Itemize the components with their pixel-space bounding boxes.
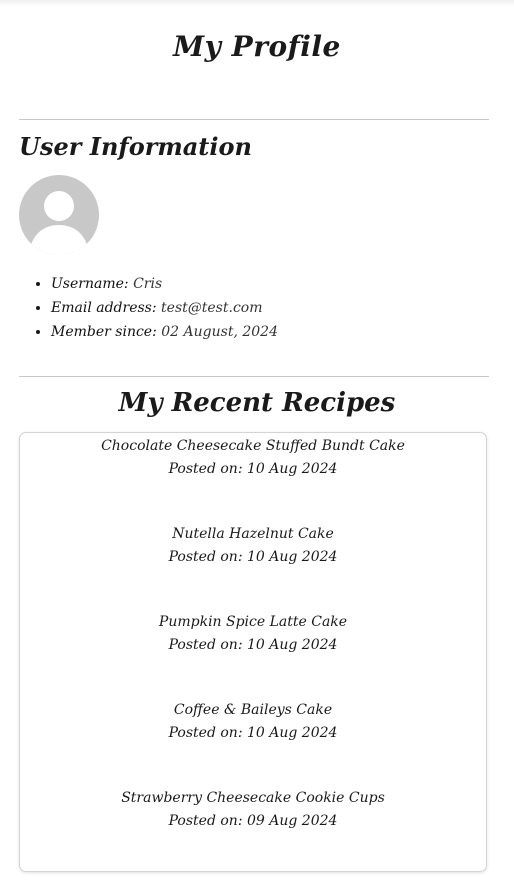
recipe-title-link[interactable]: Pumpkin Spice Latte Cake: [20, 611, 486, 633]
recipe-posted-date: Posted on: 10 Aug 2024: [20, 721, 486, 745]
user-info-list: Username: Cris Email address: test@test.…: [33, 272, 278, 344]
recipe-title-link[interactable]: Coffee & Baileys Cake: [20, 699, 486, 721]
recipe-posted-date: Posted on: 10 Aug 2024: [20, 545, 486, 569]
posted-date-value: 10 Aug 2024: [246, 549, 338, 565]
username-value: Cris: [133, 276, 163, 292]
recipe-item: Nutella Hazelnut Cake Posted on: 10 Aug …: [20, 523, 486, 569]
divider: [19, 376, 489, 377]
recipe-title-link[interactable]: Strawberry Cheesecake Cookie Cups: [20, 787, 486, 809]
posted-on-label: Posted on:: [168, 461, 243, 477]
posted-on-label: Posted on:: [168, 725, 243, 741]
user-info-email: Email address: test@test.com: [51, 296, 278, 320]
posted-date-value: 10 Aug 2024: [246, 461, 338, 477]
user-avatar-icon: [19, 175, 99, 255]
username-label: Username:: [51, 276, 129, 292]
recipe-title-link[interactable]: Nutella Hazelnut Cake: [20, 523, 486, 545]
user-info-username: Username: Cris: [51, 272, 278, 296]
member-since-value: 02 August, 2024: [161, 324, 278, 340]
top-shadow-bar: [0, 0, 514, 6]
posted-date-value: 10 Aug 2024: [246, 637, 338, 653]
email-label: Email address:: [51, 300, 157, 316]
recipe-item: Pumpkin Spice Latte Cake Posted on: 10 A…: [20, 611, 486, 657]
member-since-label: Member since:: [51, 324, 157, 340]
recent-recipes-card: Chocolate Cheesecake Stuffed Bundt Cake …: [19, 432, 487, 872]
posted-on-label: Posted on:: [168, 549, 243, 565]
email-value: test@test.com: [161, 300, 263, 316]
page-title: My Profile: [173, 30, 341, 63]
posted-date-value: 10 Aug 2024: [246, 725, 338, 741]
recent-recipes-heading: My Recent Recipes: [118, 388, 396, 418]
posted-on-label: Posted on:: [168, 637, 243, 653]
posted-on-label: Posted on:: [168, 813, 243, 829]
posted-date-value: 09 Aug 2024: [246, 813, 338, 829]
recipe-posted-date: Posted on: 10 Aug 2024: [20, 457, 486, 481]
recipe-item: Chocolate Cheesecake Stuffed Bundt Cake …: [20, 435, 486, 481]
divider: [19, 119, 489, 120]
recipe-title-link[interactable]: Chocolate Cheesecake Stuffed Bundt Cake: [20, 435, 486, 457]
recipe-posted-date: Posted on: 09 Aug 2024: [20, 809, 486, 833]
user-information-heading: User Information: [19, 132, 252, 161]
user-info-member-since: Member since: 02 August, 2024: [51, 320, 278, 344]
recipe-item: Coffee & Baileys Cake Posted on: 10 Aug …: [20, 699, 486, 745]
recipe-posted-date: Posted on: 10 Aug 2024: [20, 633, 486, 657]
recipe-item: Strawberry Cheesecake Cookie Cups Posted…: [20, 787, 486, 833]
